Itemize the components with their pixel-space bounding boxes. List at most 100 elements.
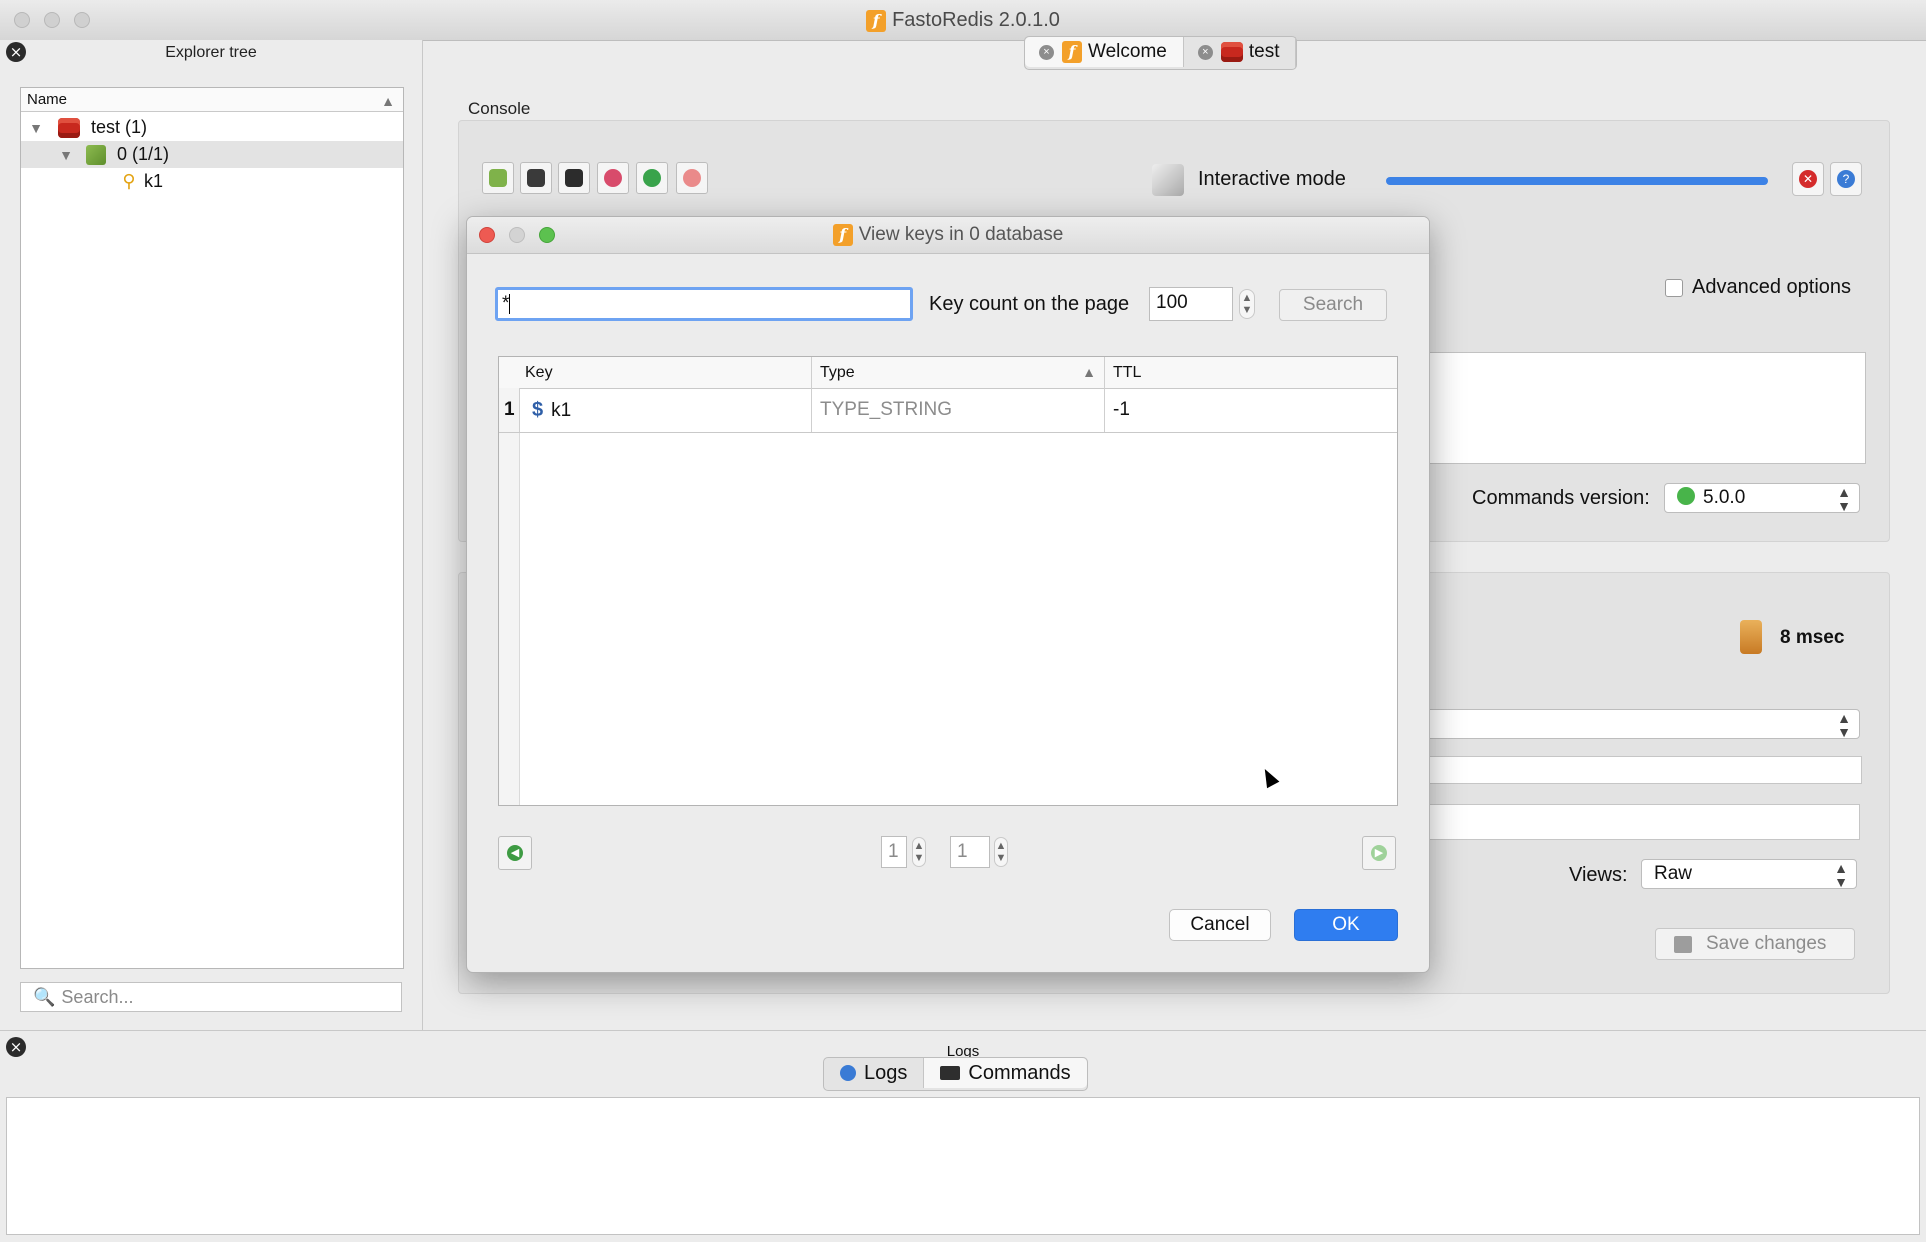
tab-label: Commands [968, 1061, 1071, 1084]
key-count-input[interactable]: 100 [1149, 287, 1233, 321]
current-page-input[interactable]: 1 [881, 836, 907, 868]
logs-panel: × Logs Logs Commands [0, 1030, 1926, 1242]
column-header-label: TTL [1113, 364, 1142, 381]
output-field-2[interactable] [1424, 804, 1860, 840]
tree-column-name: Name [27, 91, 68, 108]
tab-label: Welcome [1088, 41, 1167, 62]
explorer-search-input[interactable]: 🔍 Search... [20, 982, 402, 1012]
stop-button[interactable] [676, 162, 708, 194]
advanced-options-checkbox[interactable] [1665, 279, 1683, 297]
sort-ascending-icon: ▲ [381, 93, 395, 109]
views-label: Views: [1569, 864, 1628, 886]
search-icon: 🔍 [33, 987, 56, 1007]
disconnect-button[interactable]: ✕ [1792, 162, 1824, 196]
tree-item-label: 0 (1/1) [117, 144, 170, 164]
tab-close-icon[interactable]: × [1197, 44, 1213, 60]
floppy-icon [1674, 936, 1692, 953]
output-select[interactable]: ▲ ▼ [1424, 709, 1860, 739]
commands-version-value: 5.0.0 [1703, 487, 1746, 508]
previous-page-button[interactable]: ◀ [498, 836, 532, 870]
column-header-key[interactable]: Key [519, 357, 811, 388]
next-page-button[interactable]: ▶ [1362, 836, 1396, 870]
table-row[interactable]: 1 $ k1 TYPE_STRING -1 [499, 388, 1397, 433]
help-button[interactable] [597, 162, 629, 194]
save-as-button[interactable] [558, 162, 590, 194]
total-pages-input[interactable]: 1 [950, 836, 990, 868]
save-button[interactable] [520, 162, 552, 194]
string-type-icon: $ [532, 399, 544, 421]
tree-item-server[interactable]: ▼ test (1) [21, 114, 403, 141]
views-select[interactable]: Raw ▲ ▼ [1641, 859, 1857, 889]
tab-logs[interactable]: Logs [824, 1058, 923, 1088]
views-value: Raw [1654, 863, 1693, 884]
cell-type[interactable]: TYPE_STRING [811, 388, 1104, 432]
database-icon [86, 145, 107, 166]
redis-server-icon [1220, 42, 1243, 62]
interactive-mode-icon [1152, 164, 1184, 196]
key-count-label: Key count on the page [929, 293, 1130, 315]
tab-label: Logs [864, 1061, 908, 1084]
info-icon [840, 1065, 856, 1081]
interactive-mode-label: Interactive mode [1198, 168, 1346, 190]
updown-chevron-icon: ▲ ▼ [1834, 860, 1848, 890]
save-changes-label: Save changes [1706, 933, 1827, 954]
execute-button[interactable] [636, 162, 668, 194]
tab-close-icon[interactable]: × [1039, 44, 1054, 60]
cell-key[interactable]: $ k1 [519, 388, 811, 432]
explorer-tree[interactable]: Name ▲ ▼ test (1) ▼ 0 (1/1) ⚲ k1 [20, 87, 404, 969]
app-window: f FastoRedis 2.0.1.0 × Explorer tree Name… [0, 0, 1926, 1242]
window-titlebar: f FastoRedis 2.0.1.0 [0, 0, 1926, 41]
keys-table[interactable]: Key Type ▲ TTL 1 $ k1 TYPE_STRING -1 [498, 356, 1398, 806]
key-count-stepper[interactable]: ▲ ▼ [1239, 289, 1255, 319]
advanced-options-label: Advanced options [1692, 276, 1852, 298]
dialog-title: f View keys in 0 database [467, 224, 1429, 246]
fasto-logo-icon: f [866, 9, 887, 32]
fasto-logo-icon: f [832, 224, 853, 246]
arrow-right-icon: ▶ [1371, 845, 1387, 861]
key-pattern-input[interactable]: * [495, 287, 913, 321]
tree-item-database[interactable]: ▼ 0 (1/1) [21, 141, 403, 168]
execution-time: 8 msec [1780, 627, 1845, 648]
column-header-label: Key [525, 364, 553, 381]
search-button[interactable]: Search [1279, 289, 1387, 321]
tree-column-header[interactable]: Name ▲ [21, 88, 403, 112]
tree-item-label: k1 [144, 171, 164, 191]
command-editor[interactable] [1424, 352, 1866, 464]
ok-button[interactable]: OK [1294, 909, 1398, 941]
logs-tabs: Logs Commands [823, 1057, 1088, 1091]
cell-ttl[interactable]: -1 [1104, 388, 1397, 432]
expand-triangle-icon[interactable]: ▼ [27, 115, 45, 142]
tab-welcome[interactable]: × f Welcome [1025, 37, 1184, 67]
keys-table-header: Key Type ▲ TTL [499, 357, 1397, 389]
column-header-ttl[interactable]: TTL [1104, 357, 1397, 388]
tree-item-key[interactable]: ⚲ k1 [21, 168, 403, 195]
window-title: f FastoRedis 2.0.1.0 [0, 9, 1926, 32]
redis-server-icon [58, 118, 81, 139]
column-header-label: Type [820, 364, 855, 381]
expand-triangle-icon[interactable]: ▼ [57, 142, 75, 169]
row-index: 1 [504, 399, 515, 420]
search-placeholder: Search... [61, 987, 134, 1007]
commands-version-select[interactable]: 5.0.0 ▲ ▼ [1664, 483, 1860, 513]
row-number-gutter [499, 388, 520, 805]
column-header-type[interactable]: Type ▲ [811, 357, 1104, 388]
save-changes-button[interactable]: Save changes [1655, 928, 1855, 960]
cancel-button[interactable]: Cancel [1169, 909, 1271, 941]
window-title-text: FastoRedis 2.0.1.0 [892, 9, 1060, 31]
commands-version-label: Commands version: [1472, 487, 1650, 509]
console-label: Console [468, 99, 531, 118]
logs-output[interactable] [6, 1097, 1920, 1235]
current-page-stepper[interactable]: ▲ ▼ [912, 837, 926, 867]
check-ok-icon [1677, 487, 1695, 506]
total-pages-stepper[interactable]: ▲ ▼ [994, 837, 1008, 867]
arrow-left-icon: ◀ [507, 845, 523, 861]
updown-chevron-icon: ▲ ▼ [1837, 484, 1851, 514]
tab-commands[interactable]: Commands [923, 1058, 1087, 1088]
explorer-title: Explorer tree [165, 44, 257, 61]
text-caret [509, 293, 511, 314]
sort-ascending-icon: ▲ [1082, 364, 1096, 380]
connect-button[interactable]: ? [1830, 162, 1862, 196]
new-file-button[interactable] [482, 162, 514, 194]
tab-test[interactable]: × test [1184, 37, 1297, 67]
output-field-1[interactable] [1424, 756, 1862, 784]
